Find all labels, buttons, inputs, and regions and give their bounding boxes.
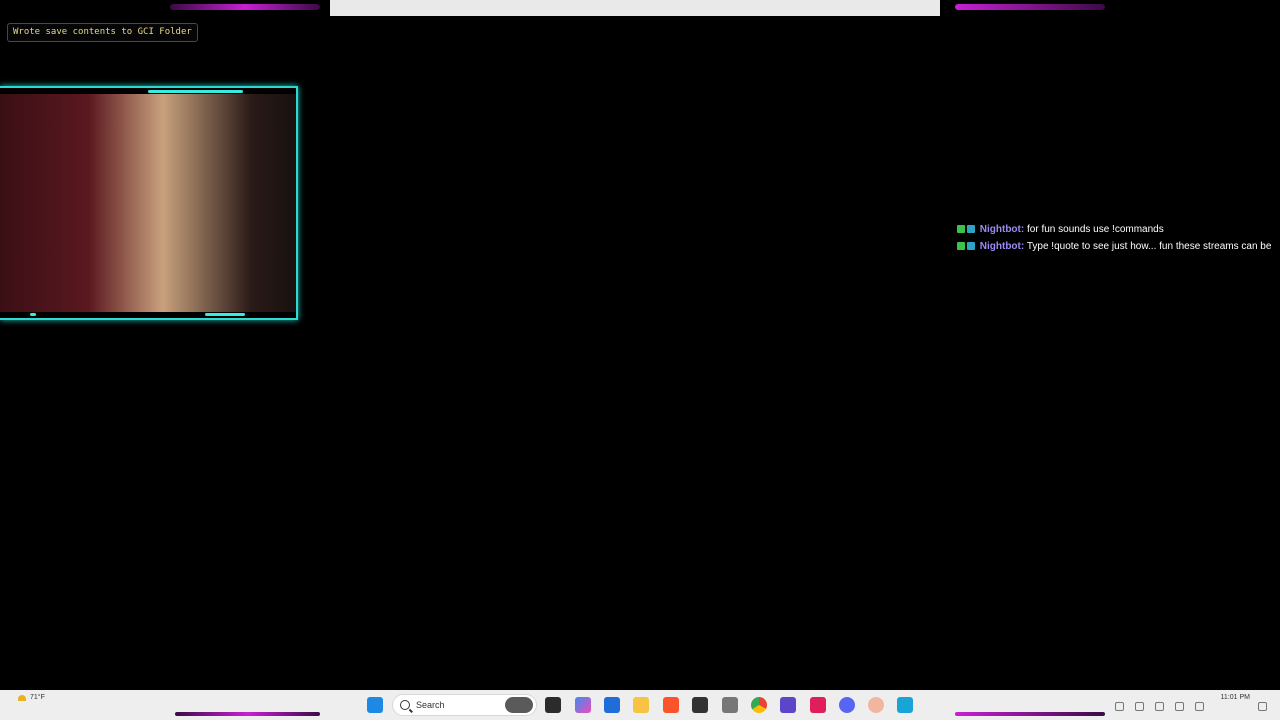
neon-bar-bottom-right (955, 712, 1105, 716)
dolphin-icon[interactable] (897, 697, 913, 713)
7zip-icon[interactable] (692, 697, 708, 713)
chat-text: Type !quote to see just how... fun these… (1026, 241, 1272, 252)
neon-bar-bottom-left (175, 712, 320, 716)
bot-badge-icon (967, 242, 975, 250)
webcam-accent-top (148, 90, 243, 93)
task-view-icon[interactable] (545, 697, 561, 713)
tiktok-icon[interactable] (810, 697, 826, 713)
app-icon[interactable] (722, 697, 738, 713)
taskbar-search-input[interactable]: Search (392, 694, 537, 716)
tray-icon[interactable] (1115, 702, 1124, 711)
moderator-badge-icon (957, 225, 965, 233)
search-highlight-image (505, 697, 533, 713)
windows-taskbar: 71°F Search 11:01 PM (0, 690, 1280, 720)
neon-bar-left (170, 4, 320, 10)
chat-overlay: Nightbot: for fun sounds use !commands N… (957, 224, 1280, 258)
chrome-icon[interactable] (751, 697, 767, 713)
tray-icon[interactable] (1135, 702, 1144, 711)
chat-message: Nightbot: Type !quote to see just how...… (957, 241, 1280, 253)
file-explorer-icon[interactable] (633, 697, 649, 713)
webcam-video (0, 94, 296, 312)
weather-sun-icon (18, 694, 26, 701)
overlay-top-panel (330, 0, 940, 16)
brave-icon[interactable] (663, 697, 679, 713)
webcam-accent-bottom-left (30, 313, 36, 316)
chat-message: Nightbot: for fun sounds use !commands (957, 224, 1280, 236)
store-icon[interactable] (604, 697, 620, 713)
stream-overlay-top-frame (0, 0, 1280, 16)
webcam-frame (0, 86, 298, 320)
emulator-status-toast: Wrote save contents to GCI Folder (7, 23, 198, 42)
sound-icon[interactable] (780, 697, 796, 713)
taskbar-clock[interactable]: 11:01 PM (1221, 694, 1250, 701)
neon-bar-right (955, 4, 1105, 10)
weather-widget[interactable]: 71°F (18, 694, 45, 701)
chat-username: Nightbot: (979, 241, 1025, 252)
webcam-accent-bottom (205, 313, 245, 316)
notification-icon[interactable] (1258, 702, 1267, 711)
bot-badge-icon (967, 225, 975, 233)
search-placeholder: Search (416, 700, 445, 710)
tray-icon[interactable] (1155, 702, 1164, 711)
tray-icon[interactable] (1175, 702, 1184, 711)
moderator-badge-icon (957, 242, 965, 250)
app-icon[interactable] (868, 697, 884, 713)
chat-text: for fun sounds use !commands (1027, 224, 1164, 235)
tray-icon[interactable] (1195, 702, 1204, 711)
discord-icon[interactable] (839, 697, 855, 713)
search-icon (400, 700, 410, 710)
copilot-icon[interactable] (575, 697, 591, 713)
chat-username: Nightbot: (979, 224, 1025, 235)
windows-start-icon[interactable] (367, 697, 383, 713)
weather-temp: 71°F (30, 694, 45, 701)
